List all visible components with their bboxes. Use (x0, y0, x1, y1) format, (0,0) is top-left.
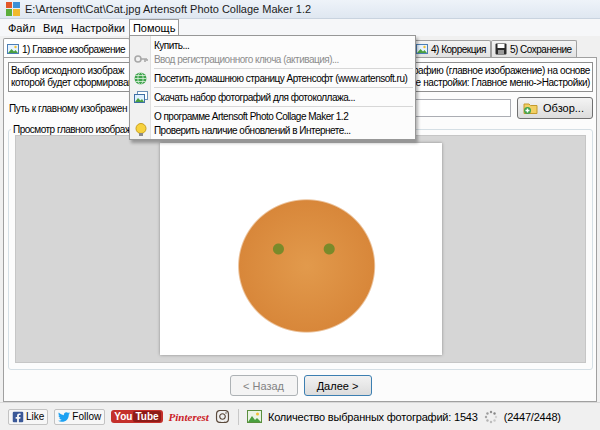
menu-bar: ФайлВидНастройкиПомощьКупить...Ввод реги… (0, 19, 600, 36)
pinterest-link[interactable]: Pinterest (169, 411, 209, 423)
window-title: E:\Artensoft\Cat\Cat.jpg Artensoft Photo… (25, 3, 311, 15)
dropdown-menu-item[interactable]: Скачать набор фотографий для фотоколлажа… (132, 90, 413, 104)
menu-separator (154, 106, 413, 107)
loading-spinner-icon (484, 410, 498, 424)
dropdown-menu-item: Ввод регистрационного ключа (активация).… (132, 52, 413, 66)
instagram-icon[interactable] (215, 409, 230, 424)
tab[interactable]: 5) Сохранение (491, 40, 577, 57)
menu-item[interactable]: Файл (4, 19, 39, 36)
youtube-link[interactable]: YouTube (111, 410, 162, 423)
globe-icon (134, 72, 147, 85)
picture-icon (7, 43, 19, 55)
navigation-button[interactable]: Далее > (304, 375, 372, 396)
app-window: E:\Artensoft\Cat\Cat.jpg Artensoft Photo… (0, 0, 600, 430)
path-label: Путь к главному изображен (8, 103, 127, 114)
facebook-like-button[interactable]: Like (8, 409, 48, 425)
menu-item[interactable]: Настройки (67, 19, 129, 36)
preview-area (15, 135, 586, 363)
navigation-row: < Назад Далее > (8, 375, 593, 396)
light-bulb-icon (135, 123, 147, 137)
twitter-follow-button[interactable]: Follow (54, 409, 105, 425)
help-dropdown-menu: Купить...Ввод регистрационного ключа (ак… (129, 35, 416, 140)
tab[interactable]: 1) Главное изображение (3, 38, 130, 57)
dropdown-menu-item[interactable]: О программе Artensoft Photo Collage Make… (132, 109, 413, 123)
key-icon (134, 53, 148, 65)
photo-count: Количество выбранных фотографий: 1543 (268, 411, 478, 423)
facebook-icon (12, 411, 24, 423)
status-bar: Like Follow YouTube Pinterest Количество выб… (0, 402, 600, 430)
preview-group: Просмотр главного изображ (8, 124, 593, 370)
tab[interactable]: 4) Коррекция (412, 40, 491, 57)
menu-separator (154, 68, 413, 69)
menu-separator (154, 87, 413, 88)
progress-count: (2447/2448) (504, 411, 561, 423)
dropdown-menu-item[interactable]: Купить... (132, 38, 413, 52)
navigation-button: < Назад (230, 375, 298, 396)
twitter-bird-icon (58, 411, 70, 423)
floppy-disk-icon (495, 43, 507, 55)
picture-icon (416, 43, 428, 55)
app-icon (6, 2, 20, 16)
dropdown-menu-item[interactable]: Проверить наличие обновлений в Интернете… (132, 123, 413, 137)
browse-button[interactable]: Обзор... (517, 97, 593, 119)
folder-add-icon (523, 101, 539, 115)
menu-item[interactable]: Вид (39, 19, 67, 36)
photos-icon (134, 91, 148, 104)
dropdown-menu-item[interactable]: Посетить домашнюю страницу Артенсофт (ww… (132, 71, 413, 85)
photos-count-icon (247, 410, 262, 423)
main-image-preview (160, 143, 442, 355)
menu-item[interactable]: ПомощьКупить...Ввод регистрационного клю… (129, 19, 180, 36)
title-bar: E:\Artensoft\Cat\Cat.jpg Artensoft Photo… (0, 0, 600, 19)
status-divider (238, 409, 239, 425)
preview-label: Просмотр главного изображ (11, 124, 133, 135)
